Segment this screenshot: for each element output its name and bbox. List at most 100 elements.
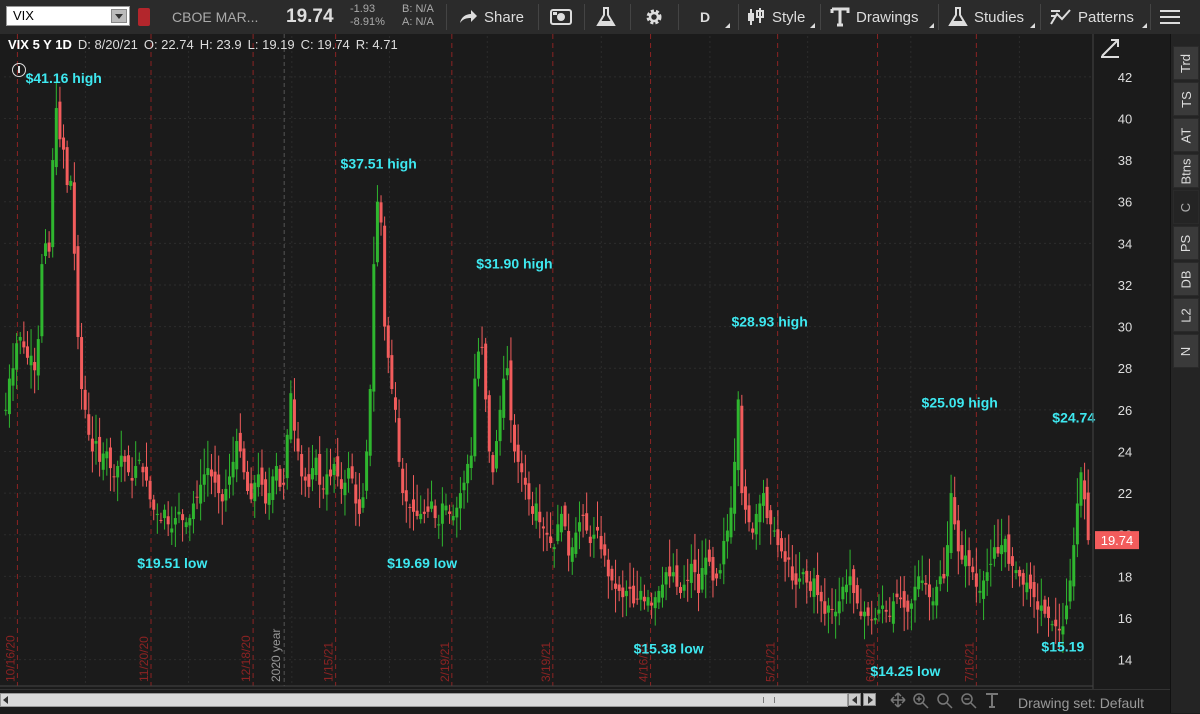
candle-body bbox=[466, 463, 470, 484]
candle-body bbox=[913, 586, 917, 601]
info-icon[interactable] bbox=[12, 63, 26, 77]
symbol-dropdown-button[interactable] bbox=[111, 9, 127, 23]
zoom-out-icon[interactable] bbox=[960, 692, 978, 710]
candle-body bbox=[4, 409, 8, 411]
candle-body bbox=[321, 488, 325, 490]
side-tab-ts[interactable]: TS bbox=[1173, 82, 1199, 116]
candle-body bbox=[163, 509, 167, 519]
side-tab-label: L2 bbox=[1178, 307, 1194, 323]
side-tab-trd[interactable]: Trd bbox=[1173, 46, 1199, 80]
candle-body bbox=[805, 570, 809, 583]
side-tab-c[interactable]: C bbox=[1173, 190, 1199, 224]
side-tab-at[interactable]: AT bbox=[1173, 118, 1199, 152]
zoom-fit-icon[interactable] bbox=[936, 692, 954, 710]
candle-body bbox=[361, 497, 365, 508]
pan-arrows-icon[interactable] bbox=[890, 692, 906, 708]
scroll-left-arrow-icon[interactable] bbox=[3, 696, 8, 704]
drawings-icon bbox=[830, 7, 850, 27]
candle-body bbox=[80, 337, 84, 390]
candle-body bbox=[256, 474, 260, 488]
side-tab-db[interactable]: DB bbox=[1173, 262, 1199, 296]
candle-body bbox=[538, 511, 542, 523]
candle-body bbox=[826, 605, 830, 613]
time-scrollbar[interactable] bbox=[0, 693, 848, 707]
candle-body bbox=[545, 532, 549, 535]
candle-body bbox=[159, 519, 163, 521]
aggregation-period-button[interactable]: D bbox=[700, 0, 710, 34]
price-annotation: $15.38 low bbox=[634, 640, 704, 656]
candle-body bbox=[357, 499, 361, 514]
link-color-icon[interactable] bbox=[138, 8, 150, 26]
candle-body bbox=[1014, 570, 1018, 574]
candle-body bbox=[1068, 580, 1072, 602]
candle-body bbox=[877, 609, 881, 614]
candle-body bbox=[62, 137, 66, 150]
screenshot-button[interactable] bbox=[550, 0, 572, 34]
candle-body bbox=[992, 547, 996, 559]
candle-body bbox=[996, 547, 1000, 554]
scroll-left-button[interactable] bbox=[848, 693, 861, 706]
candle-body bbox=[170, 528, 174, 533]
style-button[interactable]: Style bbox=[746, 0, 805, 34]
percent-change-value: -8.91% bbox=[350, 16, 385, 28]
candle-body bbox=[855, 585, 859, 604]
candle-body bbox=[314, 457, 318, 475]
candle-body bbox=[971, 566, 975, 573]
candle-body bbox=[563, 505, 567, 527]
candle-body bbox=[982, 580, 986, 599]
hamburger-icon bbox=[1160, 10, 1180, 24]
candle-body bbox=[152, 499, 156, 510]
candle-body bbox=[426, 506, 430, 512]
price-annotation: $24.74 bbox=[1052, 409, 1095, 425]
candle-body bbox=[469, 455, 473, 469]
candle-body bbox=[11, 368, 15, 386]
candle-body bbox=[440, 503, 444, 524]
scroll-right-button[interactable] bbox=[863, 693, 876, 706]
candle-body bbox=[552, 547, 556, 550]
bar-low: L: 19.19 bbox=[247, 37, 295, 52]
candle-body bbox=[697, 573, 701, 593]
side-tabs: Trd TS AT Btns C PS DB L2 N bbox=[1170, 34, 1200, 713]
candle-body bbox=[1072, 545, 1076, 587]
drawings-button[interactable]: Drawings bbox=[830, 0, 919, 34]
text-tool-icon[interactable] bbox=[984, 692, 1000, 708]
candle-body bbox=[303, 476, 307, 481]
candle-body bbox=[567, 530, 571, 556]
side-tab-ps[interactable]: PS bbox=[1173, 226, 1199, 260]
candle-body bbox=[365, 451, 369, 491]
candle-body bbox=[985, 572, 989, 581]
side-tab-n[interactable]: N bbox=[1173, 334, 1199, 368]
bar-open: O: 22.74 bbox=[143, 37, 194, 52]
study-lab-button[interactable] bbox=[596, 0, 616, 34]
candle-body bbox=[390, 355, 394, 390]
drawing-set-label: Drawing set: Default bbox=[1018, 695, 1145, 711]
candle-body bbox=[509, 360, 513, 421]
candle-body bbox=[1047, 606, 1051, 618]
expand-icon[interactable] bbox=[1099, 37, 1121, 59]
candle-body bbox=[491, 455, 495, 473]
candle-body bbox=[90, 438, 94, 452]
scroll-thumb-grip[interactable] bbox=[763, 697, 775, 703]
candle-body bbox=[733, 461, 737, 514]
more-button[interactable] bbox=[1160, 0, 1180, 34]
candle-body bbox=[751, 528, 755, 533]
candle-body bbox=[1050, 624, 1054, 626]
y-tick-label: 40 bbox=[1118, 111, 1132, 126]
candle-body bbox=[801, 572, 805, 575]
candle-body bbox=[520, 463, 524, 473]
side-tab-l2[interactable]: L2 bbox=[1173, 298, 1199, 332]
symbol-input[interactable]: VIX bbox=[6, 6, 130, 26]
studies-button[interactable]: Studies bbox=[948, 0, 1024, 34]
side-tab-btns[interactable]: Btns bbox=[1173, 154, 1199, 188]
candle-body bbox=[617, 584, 621, 591]
candle-body bbox=[307, 474, 311, 487]
candle-body bbox=[87, 414, 91, 435]
patterns-icon bbox=[1050, 9, 1071, 25]
share-button[interactable]: Share bbox=[458, 0, 524, 34]
patterns-button[interactable]: Patterns bbox=[1050, 0, 1134, 34]
zoom-in-icon[interactable] bbox=[912, 692, 930, 710]
candle-body bbox=[476, 351, 480, 379]
settings-button[interactable] bbox=[644, 0, 664, 34]
price-chart[interactable]: 2020 year 10/16/20 11/20/20 12/18/20 1/15/21… bbox=[0, 34, 1170, 689]
zoom-tools bbox=[890, 692, 1000, 710]
